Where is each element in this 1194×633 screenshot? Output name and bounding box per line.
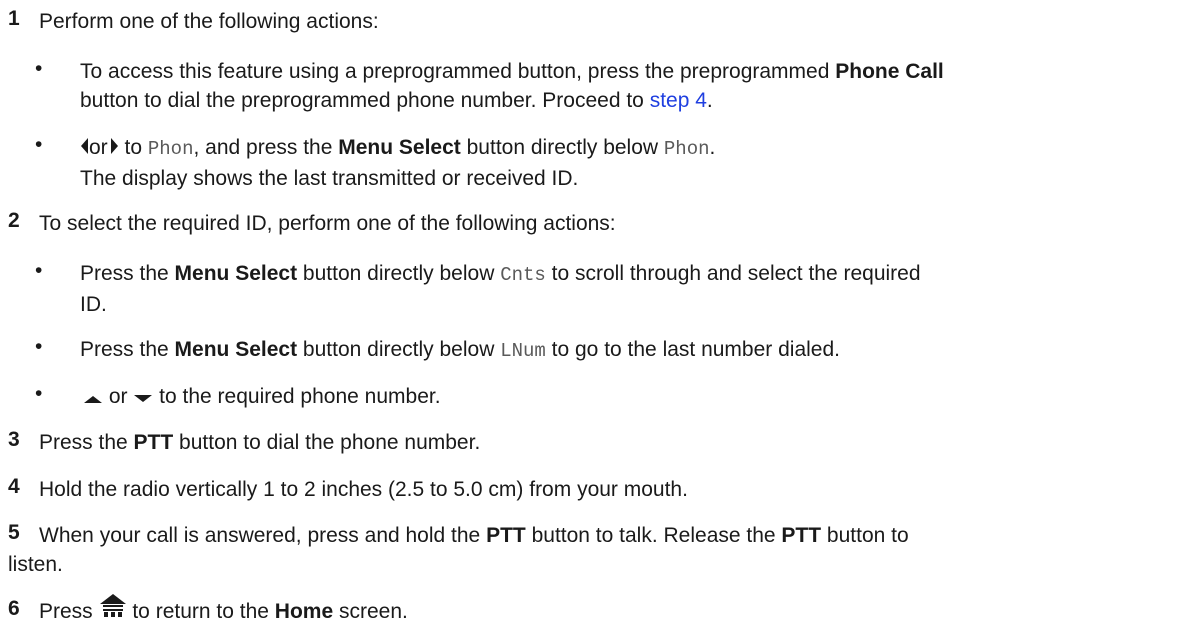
punctuation: . bbox=[706, 89, 713, 112]
step-number: 2 bbox=[8, 209, 20, 232]
bullet-text: , and press the bbox=[193, 136, 339, 159]
step-number: 5 bbox=[8, 521, 20, 544]
bullet-text-line2: ID. bbox=[80, 293, 107, 316]
bullet-text-line2: The display shows the last transmitted o… bbox=[80, 167, 579, 190]
or-text: or bbox=[89, 136, 108, 159]
punctuation: . bbox=[709, 136, 716, 159]
bullet: • bbox=[35, 382, 43, 405]
or-text: or bbox=[103, 385, 134, 408]
bullet: • bbox=[35, 335, 43, 358]
ptt-label: PTT bbox=[133, 431, 174, 454]
step-5: 5 When your call is answered, press and … bbox=[8, 521, 909, 550]
step-4-link[interactable]: step 4 bbox=[650, 89, 707, 112]
to-text: to bbox=[118, 136, 148, 159]
cnts-code: Cnts bbox=[500, 264, 546, 286]
step-number: 4 bbox=[8, 475, 20, 498]
bullet-text: Press the bbox=[80, 338, 175, 361]
bullet-text: To access this feature using a preprogra… bbox=[80, 60, 836, 83]
home-label: Home bbox=[274, 600, 334, 623]
step-text: screen. bbox=[333, 600, 408, 623]
bullet-text: button directly below bbox=[297, 262, 501, 285]
step1-bullet-2: • or to Phon, and press the Menu Select … bbox=[35, 133, 715, 193]
step2-bullet-2: • Press the Menu Select button directly … bbox=[35, 335, 840, 366]
phon-code: Phon bbox=[663, 138, 710, 160]
left-arrow-icon bbox=[80, 134, 89, 163]
bullet-text: to the required phone number. bbox=[153, 385, 441, 408]
menu-select-label: Menu Select bbox=[174, 262, 298, 285]
step-number: 6 bbox=[8, 597, 20, 620]
phone-call-label: Phone Call bbox=[835, 60, 944, 83]
bullet-text: button directly below bbox=[460, 136, 664, 159]
lnum-code: LNum bbox=[500, 340, 546, 362]
ptt-label: PTT bbox=[781, 524, 822, 547]
up-arrow-icon bbox=[83, 383, 103, 412]
step2-bullet-3: • or to the required phone number. bbox=[35, 382, 441, 412]
bullet-text: button directly below bbox=[297, 338, 501, 361]
step1-bullet-1: • To access this feature using a preprog… bbox=[35, 57, 944, 115]
step-number: 3 bbox=[8, 428, 20, 451]
bullet-text: to scroll through and select the require… bbox=[545, 262, 921, 285]
bullet: • bbox=[35, 259, 43, 282]
menu-select-label: Menu Select bbox=[338, 136, 461, 159]
down-arrow-icon bbox=[133, 383, 153, 412]
menu-select-label: Menu Select bbox=[174, 338, 298, 361]
step-4: 4 Hold the radio vertically 1 to 2 inche… bbox=[8, 475, 688, 504]
step-2: 2 To select the required ID, perform one… bbox=[8, 209, 616, 238]
home-icon bbox=[99, 593, 127, 625]
bullet-text: Press the bbox=[80, 262, 175, 285]
right-arrow-icon bbox=[110, 134, 119, 163]
step2-bullet-1: • Press the Menu Select button directly … bbox=[35, 259, 921, 319]
step-5-line2: listen. bbox=[8, 553, 63, 576]
bullet-text: to go to the last number dialed. bbox=[545, 338, 840, 361]
bullet: • bbox=[35, 57, 43, 80]
step-text: Perform one of the following actions: bbox=[39, 10, 379, 33]
phon-code: Phon bbox=[147, 138, 194, 160]
bullet-text-line2: button to dial the preprogrammed phone n… bbox=[80, 89, 650, 112]
step-6: 6 Press to return to the Home screen. bbox=[8, 594, 408, 626]
ptt-label: PTT bbox=[486, 524, 526, 547]
step-text: Hold the radio vertically 1 to 2 inches … bbox=[39, 478, 688, 501]
step-text: button to dial the phone number. bbox=[173, 431, 481, 454]
step-1: 1 Perform one of the following actions: bbox=[8, 7, 379, 36]
step-text: When your call is answered, press and ho… bbox=[39, 524, 487, 547]
step-text: button to bbox=[821, 524, 909, 547]
step-text: button to talk. Release the bbox=[525, 524, 782, 547]
bullet: • bbox=[35, 133, 43, 156]
step-text: to return to the bbox=[126, 600, 275, 623]
step-number: 1 bbox=[8, 7, 20, 30]
step-text: To select the required ID, perform one o… bbox=[39, 212, 616, 235]
step-3: 3 Press the PTT button to dial the phone… bbox=[8, 428, 480, 457]
step-text: Press the bbox=[39, 431, 134, 454]
step-text: Press bbox=[39, 600, 99, 623]
